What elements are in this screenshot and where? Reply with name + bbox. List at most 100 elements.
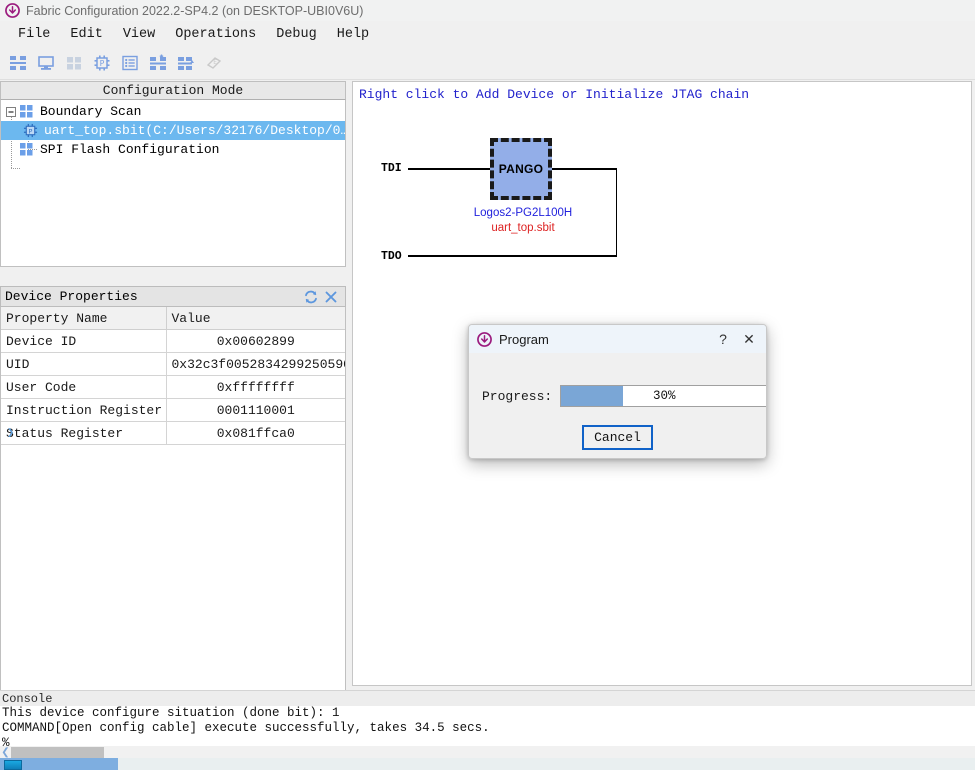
console-line: COMMAND[Open config cable] execute succe…: [2, 721, 490, 735]
dialog-close-button[interactable]: ✕: [736, 328, 762, 350]
console-header: Console: [0, 690, 975, 706]
property-value-cell: 0x00602899: [166, 329, 345, 353]
window-titlebar: Fabric Configuration 2022.2-SP4.2 (on DE…: [0, 0, 975, 21]
progress-bar-text: 30%: [652, 389, 676, 403]
application-window: Fabric Configuration 2022.2-SP4.2 (on DE…: [0, 0, 975, 770]
configuration-mode-header: Configuration Mode: [0, 81, 346, 100]
chain-refresh-icon[interactable]: [172, 50, 200, 76]
dialog-title: Program: [499, 331, 549, 347]
chip-program-icon[interactable]: P: [88, 50, 116, 76]
menu-debug[interactable]: Debug: [266, 24, 327, 45]
menu-edit[interactable]: Edit: [60, 24, 112, 45]
menu-operations[interactable]: Operations: [165, 24, 266, 45]
chip-blue-icon: P: [23, 123, 38, 138]
wire-tdi: [408, 168, 490, 170]
close-icon[interactable]: [321, 288, 341, 306]
list-detail-icon[interactable]: [116, 50, 144, 76]
tree-item-spi-flash-configuration[interactable]: SPI Flash Configuration: [1, 140, 345, 159]
wire-tdo: [408, 255, 617, 257]
tree-item-uart-top-sbit[interactable]: P uart_top.sbit(C:/Users/32176/Desktop/0…: [1, 121, 345, 140]
property-name-cell: ❯ Status Register: [1, 421, 167, 445]
property-name-cell: User Code: [1, 375, 167, 399]
pango-download-icon: [477, 331, 492, 347]
dialog-help-button[interactable]: ?: [710, 328, 736, 350]
progress-row: Progress: 30%: [482, 385, 766, 407]
dialog-body: Progress: 30% Cancel: [469, 353, 766, 458]
column-header-property-name: Property Name: [1, 307, 167, 330]
svg-text:E: E: [213, 59, 217, 66]
device-properties-header: Device Properties: [0, 286, 346, 307]
taskbar-item-active[interactable]: [0, 758, 118, 770]
window-title: Fabric Configuration 2022.2-SP4.2 (on DE…: [26, 3, 364, 18]
svg-text:P: P: [29, 127, 33, 135]
expander-collapse-icon[interactable]: [4, 105, 18, 119]
four-square-blue-icon: [19, 142, 34, 157]
property-value-cell: 0x32c3f0052834299250590…: [166, 352, 345, 376]
monitor-icon[interactable]: [32, 50, 60, 76]
wire-chip-out: [552, 168, 617, 170]
four-squares-icon[interactable]: [60, 50, 88, 76]
refresh-icon[interactable]: [301, 288, 321, 306]
menu-view[interactable]: View: [113, 24, 165, 45]
progress-label: Progress:: [482, 388, 553, 404]
canvas-hint-text: Right click to Add Device or Initialize …: [359, 87, 750, 102]
toolbar: P E: [0, 47, 975, 80]
console-output[interactable]: This device configure situation (done bi…: [0, 706, 975, 746]
wire-vertical: [615, 168, 617, 256]
console-horizontal-scrollbar[interactable]: ❮: [0, 746, 975, 758]
menu-file[interactable]: File: [8, 24, 60, 45]
console-line: %: [2, 736, 10, 746]
progress-bar: 30%: [560, 385, 766, 407]
pin-label-tdi: TDI: [381, 162, 402, 175]
property-name-cell: Instruction Register: [1, 398, 167, 422]
tree-item-boundary-scan[interactable]: Boundary Scan: [1, 102, 345, 121]
chip-label: PANGO: [498, 162, 544, 176]
device-name-label: Logos2-PG2L100H: [473, 207, 573, 219]
table-row[interactable]: Device ID 0x00602899: [1, 329, 345, 353]
table-header-row: Property Name Value: [1, 307, 345, 330]
taskbar-app-icon: [4, 760, 22, 770]
device-properties-table: Property Name Value Device ID 0x00602899…: [1, 307, 345, 445]
dialog-titlebar: Program ? ✕: [469, 325, 766, 353]
property-name-cell: UID: [1, 352, 167, 376]
table-row[interactable]: Instruction Register 0001110001: [1, 398, 345, 422]
column-header-value: Value: [166, 307, 345, 330]
table-row[interactable]: UID 0x32c3f0052834299250590…: [1, 352, 345, 376]
device-properties-title: Device Properties: [5, 289, 138, 304]
configuration-mode-panel: Configuration Mode Boundary Scan P uart_…: [0, 81, 346, 267]
pango-download-icon: [5, 3, 20, 18]
dialog-button-row: Cancel: [469, 425, 766, 450]
menubar: File Edit View Operations Debug Help: [0, 21, 975, 47]
jtag-chain-icon[interactable]: [4, 50, 32, 76]
table-row[interactable]: User Code 0xffffffff: [1, 375, 345, 399]
tree-item-label: Boundary Scan: [40, 104, 142, 119]
tree-item-label: SPI Flash Configuration: [40, 142, 220, 157]
taskbar: [0, 758, 975, 770]
chain-add-icon[interactable]: [144, 50, 172, 76]
console-line: This device configure situation (done bi…: [2, 706, 340, 720]
left-column: Configuration Mode Boundary Scan P uart_…: [0, 81, 346, 767]
svg-text:P: P: [100, 59, 105, 68]
scroll-left-arrow-icon[interactable]: ❮: [0, 746, 11, 758]
tree-guide-h2: [11, 168, 20, 169]
device-chip[interactable]: PANGO: [490, 138, 552, 200]
pin-label-tdo: TDO: [381, 250, 402, 263]
table-row[interactable]: ❯ Status Register 0x081ffca0: [1, 421, 345, 445]
console-panel: Console This device configure situation …: [0, 690, 975, 758]
property-value-cell: 0x081ffca0: [166, 421, 345, 445]
tree-item-label: uart_top.sbit(C:/Users/32176/Desktop/0…: [44, 123, 346, 138]
bitstream-file-label: uart_top.sbit: [491, 222, 555, 234]
configuration-mode-tree[interactable]: Boundary Scan P uart_top.sbit(C:/Users/3…: [0, 100, 346, 267]
program-dialog[interactable]: Program ? ✕ Progress: 30% Cancel: [468, 324, 767, 459]
erase-icon: E: [200, 50, 228, 76]
property-name-text: Status Register: [6, 425, 124, 441]
four-square-blue-icon: [19, 104, 34, 119]
scrollbar-thumb[interactable]: [11, 746, 104, 758]
cancel-button[interactable]: Cancel: [582, 425, 653, 450]
chevron-right-icon[interactable]: ❯: [7, 427, 14, 439]
property-value-cell: 0001110001: [166, 398, 345, 422]
property-name-cell: Device ID: [1, 329, 167, 353]
menu-help[interactable]: Help: [327, 24, 379, 45]
property-value-cell: 0xffffffff: [166, 375, 345, 399]
